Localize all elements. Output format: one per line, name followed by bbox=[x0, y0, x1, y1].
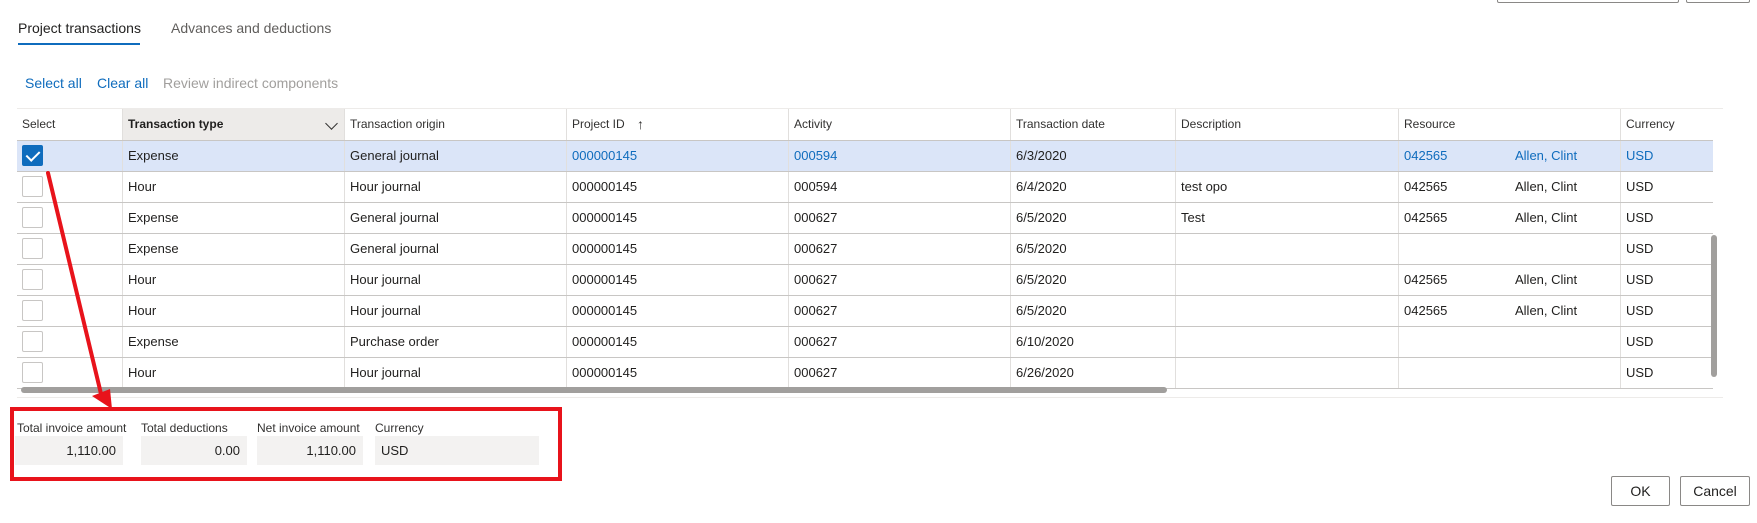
total-deductions-label: Total deductions bbox=[141, 421, 228, 435]
total-invoice-amount-label: Total invoice amount bbox=[17, 421, 127, 435]
total-deductions-field: 0.00 bbox=[141, 436, 247, 465]
currency-field: USD bbox=[375, 436, 539, 465]
cancel-button[interactable]: Cancel bbox=[1680, 476, 1750, 506]
net-invoice-amount-label: Net invoice amount bbox=[257, 421, 360, 435]
total-invoice-amount-field: 1,110.00 bbox=[15, 436, 123, 465]
net-invoice-amount-field: 1,110.00 bbox=[257, 436, 363, 465]
currency-label: Currency bbox=[375, 421, 424, 435]
ok-button[interactable]: OK bbox=[1611, 476, 1670, 506]
